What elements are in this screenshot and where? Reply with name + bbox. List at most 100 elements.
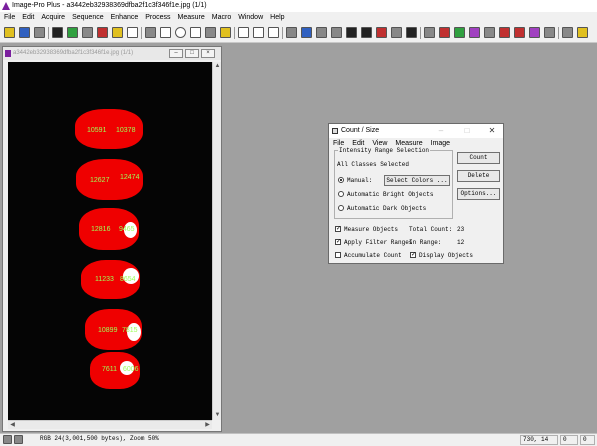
display-objects-checkbox[interactable]: ✓ bbox=[410, 252, 416, 258]
in-range-value: 12 bbox=[457, 239, 465, 246]
count-size-title-bar[interactable]: Count / Size bbox=[329, 124, 503, 138]
print-icon[interactable] bbox=[82, 27, 93, 38]
manual-radio[interactable] bbox=[338, 177, 344, 183]
histogram-icon[interactable] bbox=[286, 27, 297, 38]
close-button[interactable]: × bbox=[201, 49, 215, 58]
menu-enhance[interactable]: Enhance bbox=[111, 14, 139, 21]
flask-icon[interactable] bbox=[529, 27, 540, 38]
slice-area-left: 12816 bbox=[91, 226, 111, 233]
auto-dark-label: Automatic Dark Objects bbox=[347, 205, 427, 212]
database-icon[interactable] bbox=[544, 27, 555, 38]
brain-slice: 12627 12474 bbox=[76, 159, 143, 200]
camera-icon[interactable] bbox=[52, 27, 63, 38]
count-size-icon[interactable] bbox=[376, 27, 387, 38]
grid-icon[interactable] bbox=[34, 27, 45, 38]
dialog-menu-view[interactable]: View bbox=[372, 140, 387, 147]
measure-icon[interactable] bbox=[406, 27, 417, 38]
toolbar-divider bbox=[282, 27, 283, 39]
options-button[interactable]: Options... bbox=[457, 188, 500, 200]
rectangle-icon[interactable] bbox=[160, 27, 171, 38]
count-size-dialog[interactable]: Count / Size – □ ✕ File Edit View Measur… bbox=[328, 123, 504, 264]
undo-icon[interactable] bbox=[127, 27, 138, 38]
polygon-icon[interactable] bbox=[190, 27, 201, 38]
status-stack-icon bbox=[14, 435, 23, 444]
vertical-scrollbar[interactable]: ▲ ▼ bbox=[212, 62, 221, 420]
dialog-menu-measure[interactable]: Measure bbox=[395, 140, 422, 147]
text-icon[interactable] bbox=[454, 27, 465, 38]
dialog-menu-image[interactable]: Image bbox=[431, 140, 450, 147]
envelope-icon[interactable] bbox=[112, 27, 123, 38]
ellipse-icon[interactable] bbox=[175, 27, 186, 38]
select-icon[interactable] bbox=[145, 27, 156, 38]
spectrum-icon[interactable] bbox=[391, 27, 402, 38]
save-icon[interactable] bbox=[19, 27, 30, 38]
menu-sequence[interactable]: Sequence bbox=[72, 14, 104, 21]
select-colors-button[interactable]: Select Colors ... bbox=[384, 175, 450, 186]
measure-objects-checkbox[interactable]: ✓ bbox=[335, 226, 341, 232]
toolbar-divider bbox=[558, 27, 559, 39]
auto-dark-radio[interactable] bbox=[338, 205, 344, 211]
minimize-button[interactable]: – bbox=[169, 49, 183, 58]
apply-filter-checkbox[interactable]: ✓ bbox=[335, 239, 341, 245]
bitmap-icon[interactable] bbox=[316, 27, 327, 38]
scroll-down-icon[interactable]: ▼ bbox=[213, 411, 222, 420]
slice-area-left: 12627 bbox=[90, 177, 110, 184]
auto-bright-radio[interactable] bbox=[338, 191, 344, 197]
chart-icon[interactable] bbox=[499, 27, 510, 38]
image-canvas[interactable]: 10591 10378 12627 12474 12816 9465 11233… bbox=[8, 62, 212, 420]
menu-window[interactable]: Window bbox=[238, 14, 263, 21]
toolbar-divider bbox=[141, 27, 142, 39]
toolbar-divider bbox=[420, 27, 421, 39]
dialog-maximize-button[interactable]: □ bbox=[461, 125, 473, 137]
delete-button[interactable]: Delete bbox=[457, 170, 500, 182]
line-profile-icon[interactable] bbox=[301, 27, 312, 38]
maximize-button[interactable]: □ bbox=[185, 49, 199, 58]
dialog-close-button[interactable]: ✕ bbox=[486, 125, 498, 137]
measure-grid-icon[interactable] bbox=[346, 27, 357, 38]
script-icon[interactable] bbox=[424, 27, 435, 38]
dialog-minimize-button[interactable]: – bbox=[435, 125, 447, 137]
report-icon[interactable] bbox=[484, 27, 495, 38]
menu-edit[interactable]: Edit bbox=[22, 14, 34, 21]
export-icon[interactable] bbox=[577, 27, 588, 38]
hand-icon[interactable] bbox=[253, 27, 264, 38]
horizontal-scrollbar[interactable]: ◀ ▶ bbox=[8, 420, 212, 429]
menu-acquire[interactable]: Acquire bbox=[41, 14, 65, 21]
in-range-label: In Range: bbox=[409, 239, 442, 246]
matrix-icon[interactable] bbox=[361, 27, 372, 38]
dialog-menu-file[interactable]: File bbox=[333, 140, 344, 147]
zoom-icon[interactable] bbox=[238, 27, 249, 38]
menu-process[interactable]: Process bbox=[145, 14, 170, 21]
brain-slice: 7611 6006 bbox=[90, 352, 140, 389]
menu-measure[interactable]: Measure bbox=[178, 14, 205, 21]
color-icon[interactable] bbox=[439, 27, 450, 38]
pencil-icon[interactable] bbox=[220, 27, 231, 38]
fill-icon[interactable] bbox=[205, 27, 216, 38]
display-objects-label: Display Objects bbox=[419, 252, 474, 259]
dialog-menu-edit[interactable]: Edit bbox=[352, 140, 364, 147]
scroll-up-icon[interactable]: ▲ bbox=[213, 62, 222, 71]
image-window[interactable]: a3442eb32938369dfba2f1c3f346f1e.jpg (1/1… bbox=[2, 46, 222, 432]
list-icon[interactable] bbox=[562, 27, 573, 38]
count-button[interactable]: Count bbox=[457, 152, 500, 164]
book-icon[interactable] bbox=[97, 27, 108, 38]
zoom-out-icon[interactable] bbox=[268, 27, 279, 38]
acquire-icon[interactable] bbox=[67, 27, 78, 38]
menu-file[interactable]: File bbox=[4, 14, 15, 21]
threshold-icon[interactable] bbox=[331, 27, 342, 38]
open-icon[interactable] bbox=[4, 27, 15, 38]
accumulate-count-checkbox[interactable] bbox=[335, 252, 341, 258]
slice-area-left: 10899 bbox=[98, 327, 118, 334]
scroll-right-icon[interactable]: ▶ bbox=[203, 421, 212, 430]
slice-area-right: 10378 bbox=[116, 127, 136, 134]
scroll-left-icon[interactable]: ◀ bbox=[8, 421, 17, 430]
menu-help[interactable]: Help bbox=[270, 14, 284, 21]
measure-objects-label: Measure Objects bbox=[344, 226, 399, 233]
intensity-range-group: Intensity Range Selection All Classes Se… bbox=[334, 147, 453, 219]
menu-macro[interactable]: Macro bbox=[212, 14, 231, 21]
graph-icon[interactable] bbox=[469, 27, 480, 38]
status-value-1: 0 bbox=[560, 435, 578, 445]
cube-icon[interactable] bbox=[514, 27, 525, 38]
toolbar-divider bbox=[234, 27, 235, 39]
accumulate-count-label: Accumulate Count bbox=[344, 252, 402, 259]
